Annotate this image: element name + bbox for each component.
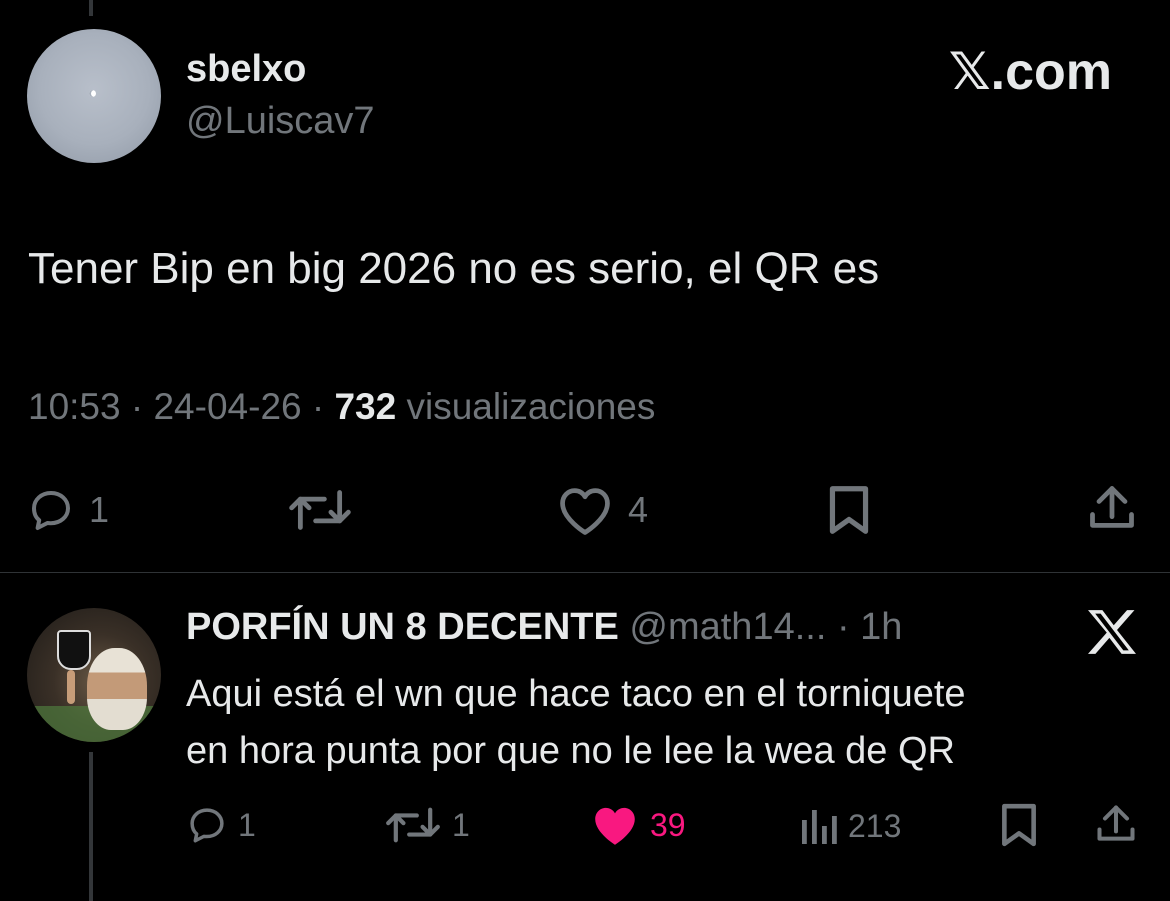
tweet-meta: 10:53 · 24-04-26 · 732 visualizaciones <box>28 386 655 428</box>
divider <box>0 572 1170 573</box>
like-button[interactable]: 4 <box>556 484 648 536</box>
reply-avatar[interactable] <box>27 608 161 742</box>
brand-logo: 𝕏.com <box>948 43 1112 101</box>
like-icon <box>560 488 610 535</box>
bookmark-icon <box>1002 803 1036 847</box>
views-count[interactable]: 732 <box>334 386 396 427</box>
views-icon <box>802 810 837 844</box>
share-button[interactable] <box>1086 482 1138 534</box>
avatar-moon <box>89 90 96 97</box>
reply-button[interactable]: 1 <box>27 486 109 534</box>
bookmark-icon <box>829 486 869 534</box>
reply-bookmark-button[interactable] <box>998 802 1040 848</box>
reply-icon <box>190 808 224 843</box>
retweet-icon <box>386 807 440 843</box>
retweet-icon <box>289 490 351 530</box>
share-icon <box>1090 486 1134 528</box>
avatar-finger <box>67 670 75 704</box>
reply-retweet-count: 1 <box>452 806 470 843</box>
reply-reply-button[interactable]: 1 <box>186 804 256 846</box>
reply-text-line: Aqui está el wn que hace taco en el torn… <box>186 673 966 715</box>
x-logo-icon <box>1088 610 1136 654</box>
reply-time[interactable]: · 1h <box>826 606 903 648</box>
author-handle[interactable]: @Luiscav7 <box>186 100 375 143</box>
reply-icon <box>32 491 70 530</box>
reply-display-name[interactable]: PORFÍN UN 8 DECENTE <box>186 606 619 648</box>
meta-separator: · <box>301 386 335 427</box>
author-avatar[interactable] <box>27 29 161 163</box>
tweet-time[interactable]: 10:53 <box>28 386 121 427</box>
views-label: visualizaciones <box>396 386 656 427</box>
meta-separator: · <box>120 386 154 427</box>
like-count: 4 <box>628 489 649 530</box>
reply-reply-count: 1 <box>238 806 256 843</box>
like-icon <box>595 807 635 845</box>
tweet-date[interactable]: 24-04-26 <box>153 386 301 427</box>
reply-like-count: 39 <box>650 806 686 843</box>
reply-like-button[interactable]: 39 <box>590 802 686 848</box>
avatar-face <box>87 648 147 730</box>
reply-share-button[interactable] <box>1094 802 1138 846</box>
reply-text: Aqui está el wn que hace taco en el torn… <box>186 666 1146 780</box>
retweet-button[interactable] <box>287 486 353 534</box>
reply-text-line: en hora punta por que no le lee la wea d… <box>186 730 955 772</box>
avatar-crest <box>57 630 91 670</box>
author-display-name[interactable]: sbelxo <box>186 48 306 91</box>
bookmark-button[interactable] <box>824 484 874 536</box>
reply-count: 1 <box>89 489 110 530</box>
reply-handle[interactable]: @math14... <box>619 606 826 648</box>
share-icon <box>1097 805 1135 841</box>
reply-views-button[interactable]: 213 <box>798 806 901 846</box>
tweet-text: Tener Bip en big 2026 no es serio, el QR… <box>28 244 880 293</box>
reply-retweet-button[interactable]: 1 <box>384 804 470 846</box>
reply-views-count: 213 <box>848 807 902 844</box>
reply-header: PORFÍN UN 8 DECENTE @math14... · 1h <box>186 606 902 649</box>
thread-connector-bottom <box>89 752 93 901</box>
thread-connector-top <box>89 0 93 16</box>
